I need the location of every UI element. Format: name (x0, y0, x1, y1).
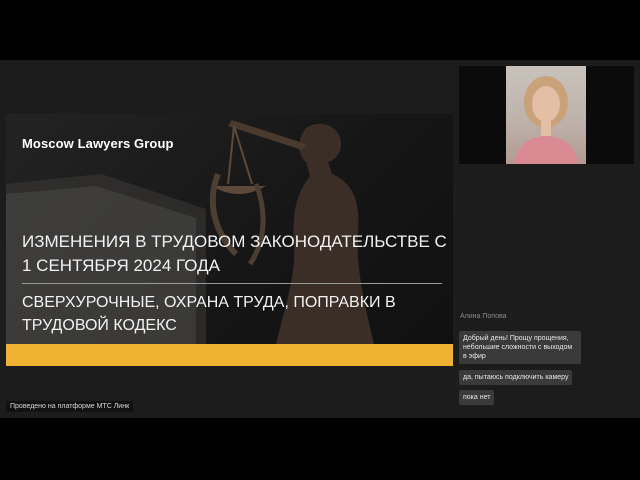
slide-subtitle: СВЕРХУРОЧНЫЕ, ОХРАНА ТРУДА, ПОПРАВКИ В Т… (22, 294, 396, 334)
slide-title: ИЗМЕНЕНИЯ В ТРУДОВОМ ЗАКОНОДАТЕЛЬСТВЕ С … (22, 232, 447, 275)
chat-message: да, пытаюсь подключить камеру (459, 370, 573, 385)
participant-video (506, 66, 586, 164)
presentation-slide: Moscow Lawyers Group ИЗМЕНЕНИЯ В ТРУДОВО… (6, 114, 453, 366)
slide-accent-bar (6, 344, 453, 366)
chat-author-name: Алина Попова (460, 313, 507, 320)
conference-stage: Moscow Lawyers Group ИЗМЕНЕНИЯ В ТРУДОВО… (0, 60, 640, 418)
slide-divider (22, 283, 442, 284)
participant-video-tile[interactable] (459, 66, 634, 164)
chat-message: Добрый день! Прощу прощения, небольшие с… (459, 331, 581, 364)
platform-label: Проведено на платформе МТС Линк (6, 401, 134, 412)
participant-avatar-icon (514, 76, 578, 164)
chat-message: пока нет (459, 390, 495, 405)
brand-logo-text: Moscow Lawyers Group (22, 136, 174, 151)
